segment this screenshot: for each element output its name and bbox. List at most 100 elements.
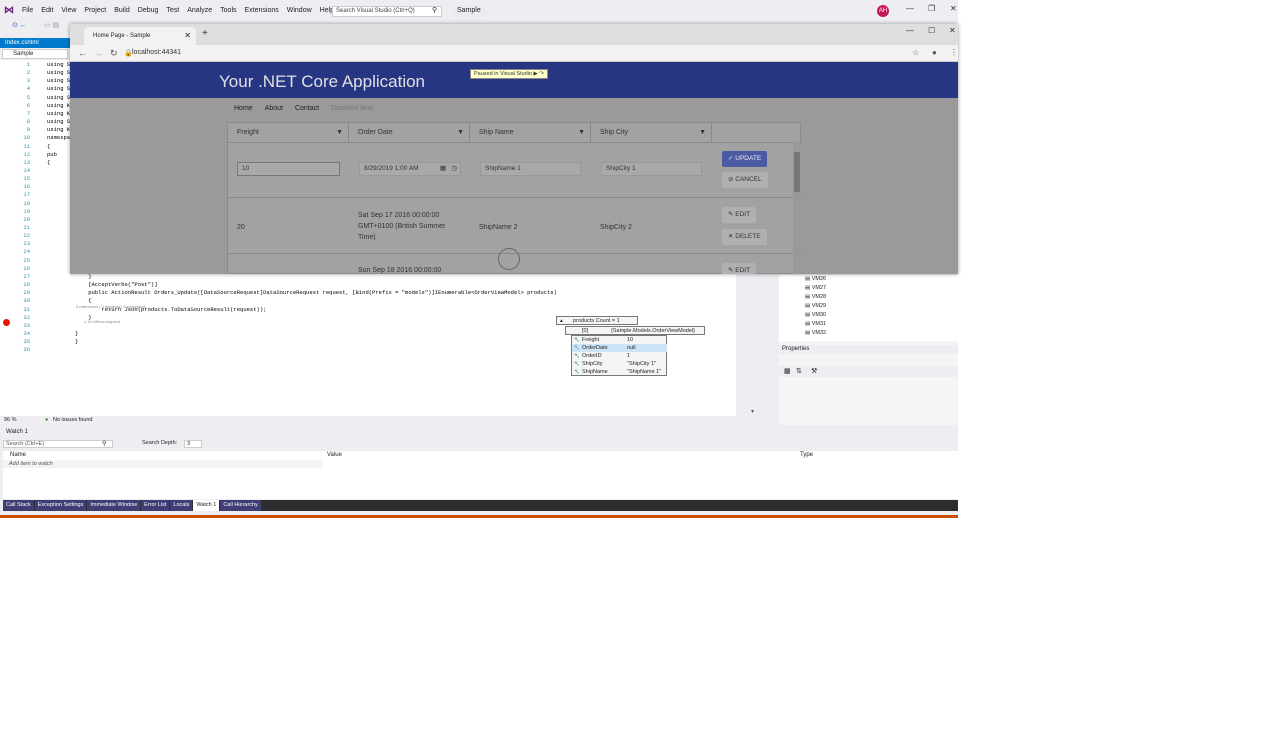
url-field[interactable]: localhost:44341 (132, 49, 181, 56)
solution-item[interactable]: ▤ VM27 (805, 285, 826, 291)
datatip-row[interactable]: 🔧 OrderDate null (572, 344, 667, 352)
minimize-icon[interactable]: — (906, 4, 914, 13)
menu-view[interactable]: View (57, 4, 80, 18)
col-freight[interactable]: Freight ▼ (228, 123, 349, 142)
browser-menu-icon[interactable]: ⋮ (950, 48, 958, 57)
col-ship-city[interactable]: Ship City ▼ (591, 123, 712, 142)
project-dropdown[interactable]: Sample (2, 49, 68, 59)
code-line[interactable]: using S (47, 61, 70, 68)
code-line[interactable]: using K (47, 110, 70, 117)
code-line[interactable]: public ActionResult Orders_Update([DataS… (75, 289, 557, 296)
ship-name-input[interactable]: ShipName 1 (480, 162, 581, 176)
categorized-icon[interactable]: ▦ (784, 367, 791, 375)
grid-scroll-thumb[interactable] (794, 152, 800, 192)
code-line[interactable]: using S (47, 69, 70, 76)
alphabetical-icon[interactable]: ⇅ (796, 367, 802, 375)
breakpoint-icon[interactable] (3, 319, 10, 326)
search-depth-select[interactable]: 3 (184, 440, 202, 448)
menu-window[interactable]: Window (283, 4, 316, 18)
filter-icon[interactable]: ▼ (457, 123, 464, 142)
tab-exception-settings[interactable]: Exception Settings (34, 500, 87, 511)
browser-maximize-icon[interactable]: ☐ (928, 26, 935, 35)
tab-watch-1[interactable]: Watch 1 (193, 500, 220, 511)
col-ship-name[interactable]: Ship Name ▼ (470, 123, 591, 142)
bookmark-star-icon[interactable]: ☆ (912, 48, 919, 57)
datatip-row[interactable]: 🔧 ShipCity "ShipCity 1" (572, 360, 667, 368)
code-line[interactable]: } (75, 330, 78, 337)
watch-add-item[interactable]: Add item to watch (9, 461, 53, 467)
code-line[interactable]: using K (47, 102, 70, 109)
freight-input[interactable]: 10 (237, 162, 340, 176)
watch-search-input[interactable]: Search (Ctrl+E) (3, 440, 113, 448)
nav-contact[interactable]: Contact (295, 105, 319, 112)
browser-close-icon[interactable]: ✕ (949, 26, 956, 35)
ship-city-input[interactable]: ShipCity 1 (601, 162, 702, 176)
avatar[interactable]: AH (877, 5, 889, 17)
tab-error-list[interactable]: Error List (141, 500, 170, 511)
codelens-info[interactable]: 0 references | 0 requests | 0 exceptions (76, 304, 146, 309)
clock-icon[interactable]: ◷ (451, 163, 457, 175)
solution-item[interactable]: ▤ VM32 (805, 330, 826, 336)
resume-icon[interactable]: ▶ (534, 71, 538, 77)
edit-button[interactable]: ✎ EDIT (722, 263, 757, 274)
code-line[interactable]: } (75, 338, 78, 345)
code-line[interactable]: namespa (47, 134, 70, 141)
solution-item[interactable]: ▤ VM30 (805, 312, 826, 318)
code-line[interactable]: [AcceptVerbs("Post")] (75, 281, 157, 288)
browser-tab[interactable]: Home Page - Sample ✕ (84, 27, 196, 45)
datatip-item[interactable]: [0] {Sample.Models.OrderViewModel} (565, 326, 705, 335)
menu-test[interactable]: Test (162, 4, 183, 18)
cancel-button[interactable]: ⊘ CANCEL (722, 172, 768, 188)
browser-back-icon[interactable]: ← (78, 48, 87, 58)
watch-search-icon[interactable]: ⚲ (102, 440, 106, 447)
code-line[interactable]: { (47, 143, 50, 150)
code-line[interactable]: using S (47, 94, 70, 101)
zoom-level[interactable]: 96 % (4, 416, 17, 424)
grid-scrollbar[interactable] (793, 142, 801, 274)
menu-build[interactable]: Build (110, 4, 134, 18)
tab-close-icon[interactable]: ✕ (184, 27, 191, 45)
code-line[interactable]: { (47, 159, 50, 166)
close-icon[interactable]: ✕ (950, 4, 957, 13)
filter-icon[interactable]: ▼ (336, 123, 343, 142)
order-date-picker[interactable]: 8/29/2019 1:00 AM ▦ ◷ (359, 162, 461, 176)
tab-call-hierarchy[interactable]: Call Hierarchy (220, 500, 261, 511)
code-line[interactable]: using K (47, 126, 70, 133)
delete-button[interactable]: ✕ DELETE (722, 229, 767, 245)
code-line[interactable]: using S (47, 77, 70, 84)
solution-item[interactable]: ▤ VM31 (805, 321, 826, 327)
browser-forward-icon[interactable]: → (94, 48, 103, 58)
tab-call-stack[interactable]: Call Stack (3, 500, 34, 511)
menu-analyze[interactable]: Analyze (183, 4, 216, 18)
code-line[interactable]: using S (47, 118, 70, 125)
tab-immediate-window[interactable]: Immediate Window (87, 500, 141, 511)
doc-tab-index[interactable]: Index.cshtml (0, 38, 70, 48)
browser-minimize-icon[interactable]: — (906, 26, 914, 35)
scroll-down-icon[interactable]: ▾ (751, 408, 754, 415)
new-tab-icon[interactable]: + (202, 28, 208, 39)
nav-home[interactable]: Home (234, 105, 253, 112)
menu-extensions[interactable]: Extensions (241, 4, 283, 18)
datatip-row[interactable]: 🔧 OrderID 1 (572, 352, 667, 360)
filter-icon[interactable]: ▼ (699, 123, 706, 142)
code-line[interactable]: using S (47, 85, 70, 92)
datatip-row[interactable]: 🔧 ShipName "ShipName 1" (572, 368, 667, 376)
menu-debug[interactable]: Debug (134, 4, 163, 18)
edit-button[interactable]: ✎ EDIT (722, 207, 757, 223)
menu-tools[interactable]: Tools (216, 4, 240, 18)
maximize-icon[interactable]: ❐ (928, 4, 935, 13)
datatip-header[interactable]: ▴ products Count = 1 (556, 316, 638, 325)
solution-item[interactable]: ▤ VM26 (805, 276, 826, 282)
expand-icon[interactable]: ▴ (560, 317, 563, 325)
menu-edit[interactable]: Edit (37, 4, 57, 18)
profile-icon[interactable]: ● (932, 48, 937, 57)
issues-status[interactable]: No issues found (53, 416, 92, 424)
code-line[interactable]: pub (47, 151, 57, 158)
reload-icon[interactable]: ↻ (110, 48, 118, 59)
datatip-row[interactable]: 🔧 Freight 10 (572, 336, 667, 344)
wrench-icon[interactable]: ⚒ (811, 367, 817, 375)
nav-about[interactable]: About (265, 105, 283, 112)
menu-project[interactable]: Project (80, 4, 110, 18)
back-icon[interactable]: ⊙ ← (12, 21, 27, 29)
step-over-icon[interactable]: ↷ (539, 71, 544, 77)
